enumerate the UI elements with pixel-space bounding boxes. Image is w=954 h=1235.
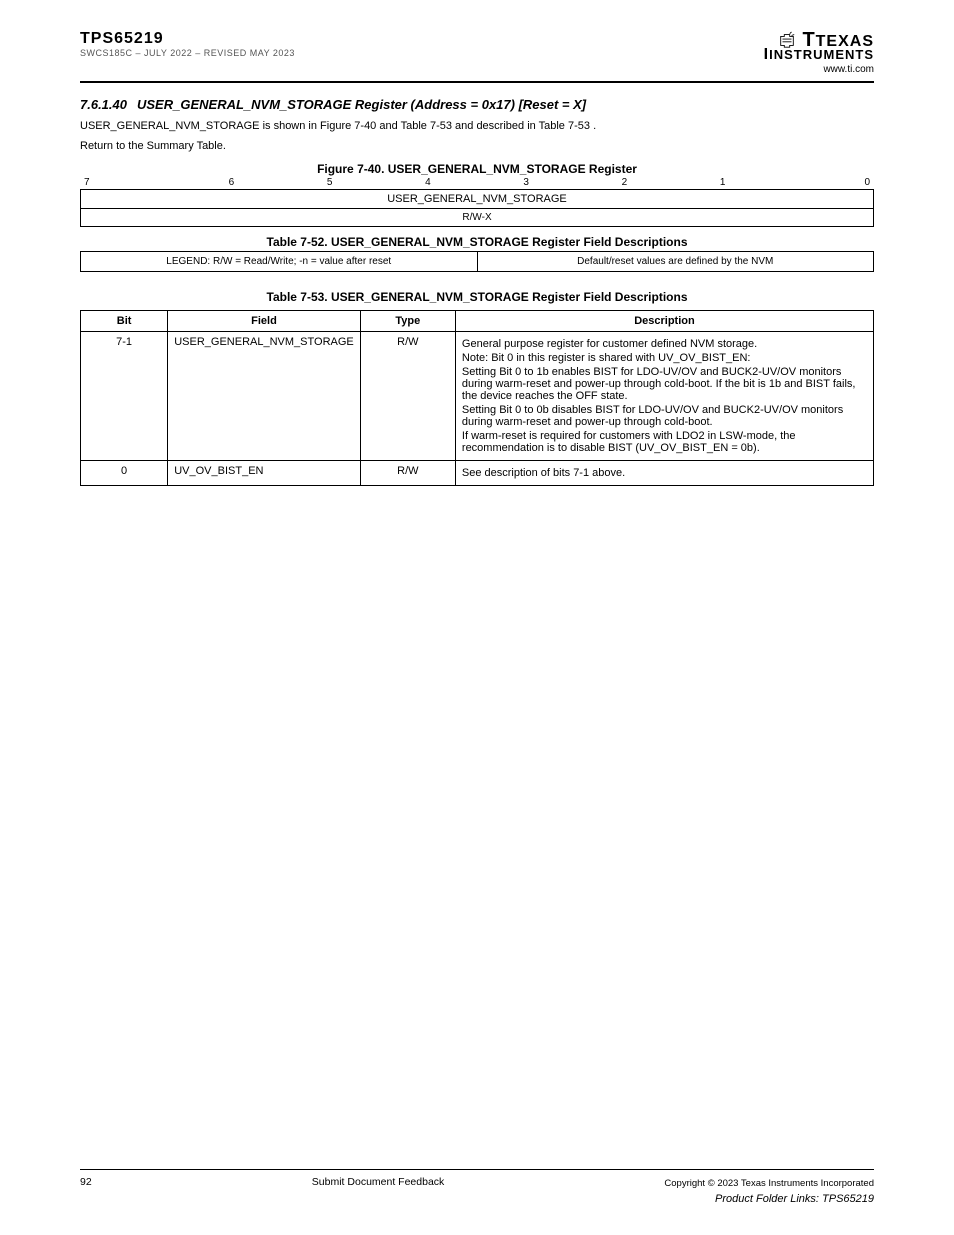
t53-hdr-desc: Description bbox=[455, 311, 873, 332]
t53-hdr-type: Type bbox=[360, 311, 455, 332]
t53-r0-d0: General purpose register for customer de… bbox=[462, 338, 867, 350]
figure-7-40-caption: Figure 7-40. USER_GENERAL_NVM_STORAGE Re… bbox=[80, 162, 874, 176]
return-summary-link[interactable]: Return to the Summary Table. bbox=[80, 140, 226, 152]
link-figure-7-40[interactable]: Figure 7-40 bbox=[320, 120, 376, 132]
t53-r1-field: UV_OV_BIST_EN bbox=[168, 461, 361, 486]
p1d: . bbox=[593, 120, 596, 132]
p1a: USER_GENERAL_NVM_STORAGE is shown in bbox=[80, 120, 320, 132]
table-7-53: Bit Field Type Description 7-1 USER_GENE… bbox=[80, 310, 874, 486]
bit-3: 3 bbox=[477, 176, 575, 189]
t53-r1-type: R/W bbox=[360, 461, 455, 486]
t53-r0-bit: 7-1 bbox=[81, 332, 168, 461]
link-table-7-53-b[interactable]: Table 7-53 bbox=[539, 120, 590, 132]
bit-0: 0 bbox=[772, 176, 874, 189]
table-7-52: LEGEND: R/W = Read/Write; -n = value aft… bbox=[80, 251, 874, 272]
figure-7-40-register: 7 6 5 4 3 2 1 0 USER_GENERAL_NVM_STORAGE… bbox=[80, 176, 874, 227]
bit-6: 6 bbox=[182, 176, 280, 189]
bit-7: 7 bbox=[80, 176, 182, 189]
t52-legend-left: LEGEND: R/W = Read/Write; -n = value aft… bbox=[81, 252, 478, 272]
bit-4: 4 bbox=[379, 176, 477, 189]
section-title: USER_GENERAL_NVM_STORAGE Register (Addre… bbox=[137, 97, 586, 112]
doc-revision: SWCS185C – JULY 2022 – REVISED MAY 2023 bbox=[80, 48, 295, 58]
part-number: TPS65219 bbox=[80, 30, 295, 48]
page-number: 92 bbox=[80, 1176, 92, 1188]
submit-feedback-link[interactable]: Submit Document Feedback bbox=[312, 1176, 444, 1188]
product-folder-links: Product Folder Links: TPS65219 bbox=[80, 1193, 874, 1205]
table-row: 7-1 USER_GENERAL_NVM_STORAGE R/W General… bbox=[81, 332, 874, 461]
t53-r0-d2: Setting Bit 0 to 1b enables BIST for LDO… bbox=[462, 366, 867, 402]
t53-r0-d1: Note: Bit 0 in this register is shared w… bbox=[462, 352, 867, 364]
t53-r0-field: USER_GENERAL_NVM_STORAGE bbox=[168, 332, 361, 461]
footer-rule bbox=[80, 1169, 874, 1170]
section-para-1: USER_GENERAL_NVM_STORAGE is shown in Fig… bbox=[80, 120, 874, 132]
ti-url[interactable]: www.ti.com bbox=[823, 64, 874, 75]
t53-r0-desc: General purpose register for customer de… bbox=[455, 332, 873, 461]
page-footer: 92 Submit Document Feedback Copyright © … bbox=[80, 1163, 874, 1206]
t53-hdr-field: Field bbox=[168, 311, 361, 332]
table-7-53-caption: Table 7-53. USER_GENERAL_NVM_STORAGE Reg… bbox=[80, 290, 874, 304]
table-7-52-caption: Table 7-52. USER_GENERAL_NVM_STORAGE Reg… bbox=[80, 235, 874, 249]
bit-1: 1 bbox=[674, 176, 772, 189]
t53-r0-type: R/W bbox=[360, 332, 455, 461]
register-field-name: USER_GENERAL_NVM_STORAGE bbox=[80, 189, 874, 209]
t53-r0-d4: If warm-reset is required for customers … bbox=[462, 430, 867, 454]
section-return-link: Return to the Summary Table. bbox=[80, 140, 874, 152]
t53-r1-d0: See description of bits 7-1 above. bbox=[462, 467, 867, 479]
t53-r1-bit: 0 bbox=[81, 461, 168, 486]
t52-legend-right: Default/reset values are defined by the … bbox=[477, 252, 874, 272]
section-heading: 7.6.1.40 USER_GENERAL_NVM_STORAGE Regist… bbox=[80, 97, 874, 112]
section-number: 7.6.1.40 bbox=[80, 97, 127, 112]
logo-text-bottom: INSTRUMENTS bbox=[769, 47, 874, 62]
table-row: 0 UV_OV_BIST_EN R/W See description of b… bbox=[81, 461, 874, 486]
register-rw: R/W-X bbox=[80, 209, 874, 227]
p1c: and described in bbox=[455, 120, 539, 132]
t53-r1-desc: See description of bits 7-1 above. bbox=[455, 461, 873, 486]
page-header: TPS65219 SWCS185C – JULY 2022 – REVISED … bbox=[80, 30, 874, 75]
link-table-7-53-a[interactable]: Table 7-53 bbox=[401, 120, 452, 132]
ti-chip-icon bbox=[778, 31, 796, 49]
p1b: and bbox=[379, 120, 400, 132]
bit-2: 2 bbox=[575, 176, 673, 189]
ti-logo: TTEXAS IINSTRUMENTS www.ti.com bbox=[764, 30, 874, 75]
header-rule bbox=[80, 81, 874, 83]
t53-r0-d3: Setting Bit 0 to 0b disables BIST for LD… bbox=[462, 404, 867, 428]
copyright: Copyright © 2023 Texas Instruments Incor… bbox=[664, 1178, 874, 1189]
bit-5: 5 bbox=[281, 176, 379, 189]
t53-hdr-bit: Bit bbox=[81, 311, 168, 332]
